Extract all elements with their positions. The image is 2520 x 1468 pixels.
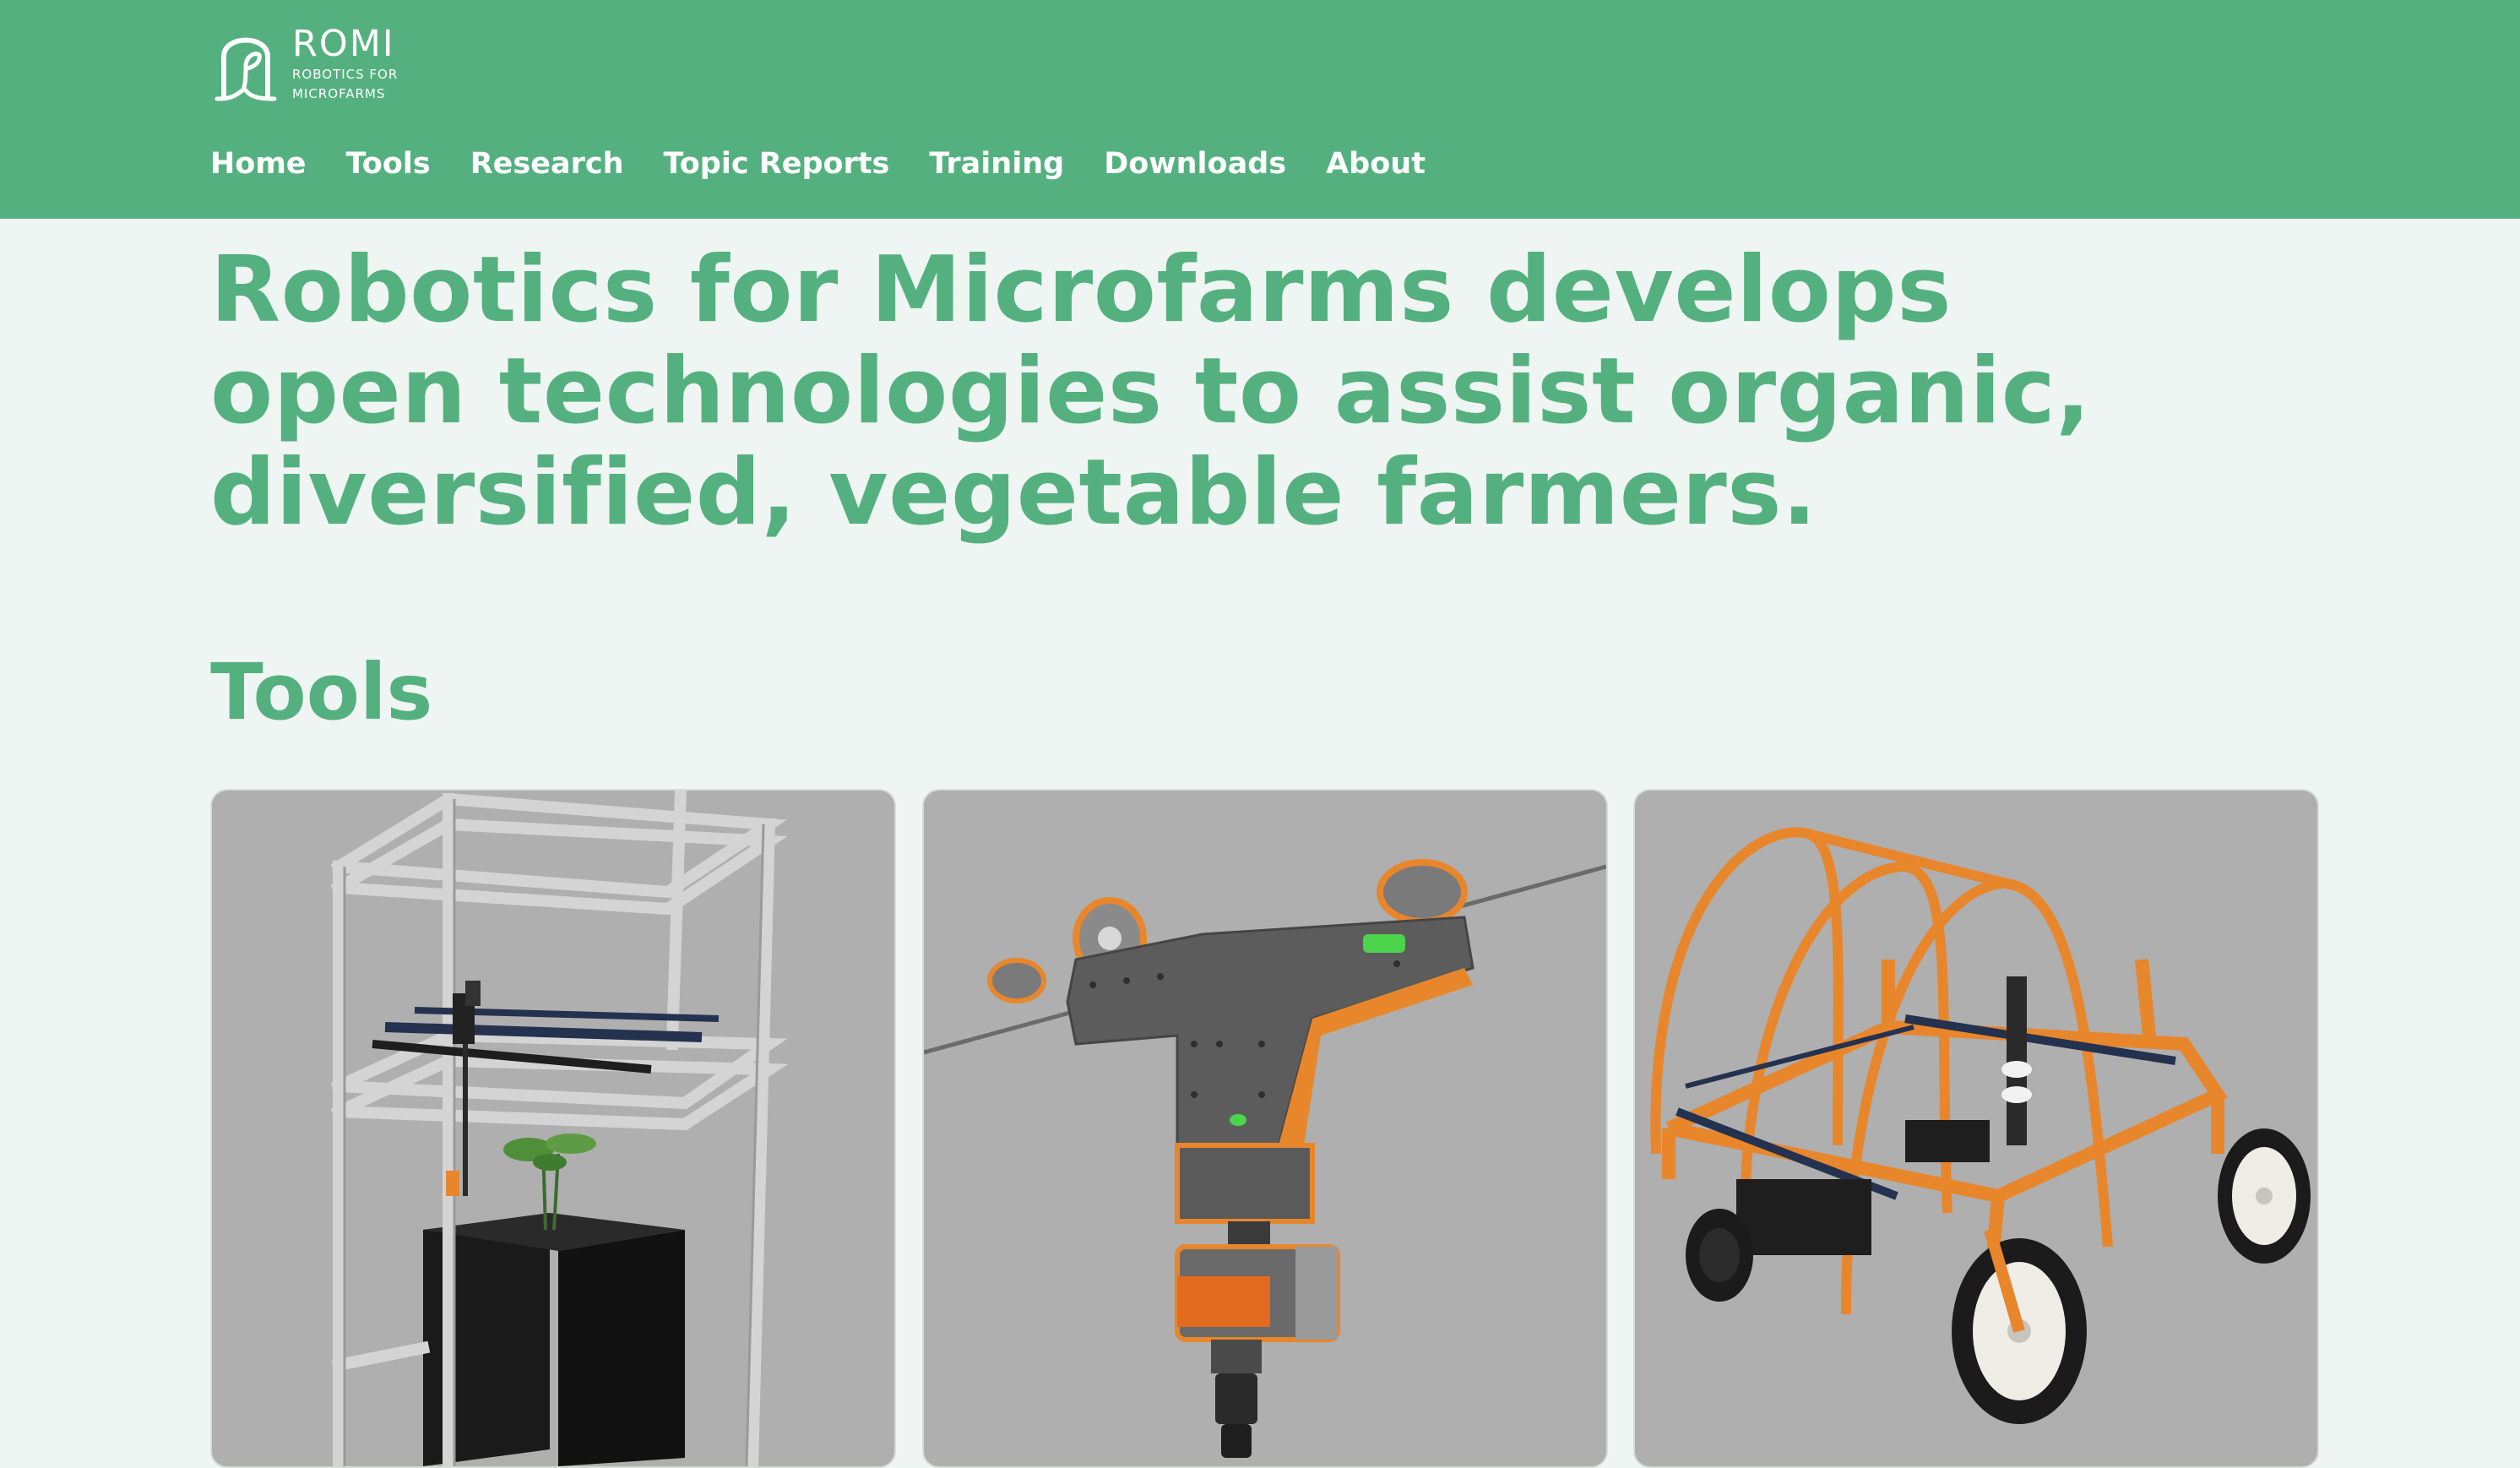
- logo-tagline-line1: ROBOTICS FOR: [292, 67, 399, 82]
- nav-item-about[interactable]: About: [1326, 147, 1426, 181]
- tool-card-rover[interactable]: [1633, 789, 2319, 1468]
- hero-line: diversified, vegetable farmers.: [210, 440, 1817, 546]
- logo-tagline-line2: MICROFARMS: [292, 86, 386, 101]
- plant-imager-image: [212, 791, 894, 1466]
- main-nav: Home Tools Research Topic Reports Traini…: [210, 147, 1465, 181]
- tool-card-plant-imager[interactable]: [210, 789, 896, 1468]
- hero-heading: Robotics for Microfarms develops open te…: [210, 240, 2153, 544]
- nav-item-topic-reports[interactable]: Topic Reports: [664, 147, 890, 181]
- logo-text: ROMI ROBOTICS FOR MICROFARMS: [292, 25, 398, 101]
- nav-item-research[interactable]: Research: [470, 147, 624, 181]
- logo-name: ROMI: [292, 23, 395, 65]
- rover-image: [1635, 791, 2317, 1466]
- romi-logo[interactable]: ROMI ROBOTICS FOR MICROFARMS: [212, 23, 398, 104]
- site-header: ROMI ROBOTICS FOR MICROFARMS Home Tools …: [0, 0, 2520, 219]
- nav-item-training[interactable]: Training: [929, 147, 1064, 181]
- tools-section-title: Tools: [210, 647, 433, 737]
- tool-card-cablebot[interactable]: [922, 789, 1608, 1468]
- hero-line: Robotics for Microfarms develops: [210, 237, 1952, 343]
- nav-item-downloads[interactable]: Downloads: [1104, 147, 1286, 181]
- nav-item-tools[interactable]: Tools: [346, 147, 431, 181]
- sprout-logo-icon: [215, 37, 277, 101]
- hero-line: open technologies to assist organic,: [210, 339, 2091, 444]
- cablebot-image: [924, 791, 1606, 1466]
- nav-item-home[interactable]: Home: [210, 147, 307, 181]
